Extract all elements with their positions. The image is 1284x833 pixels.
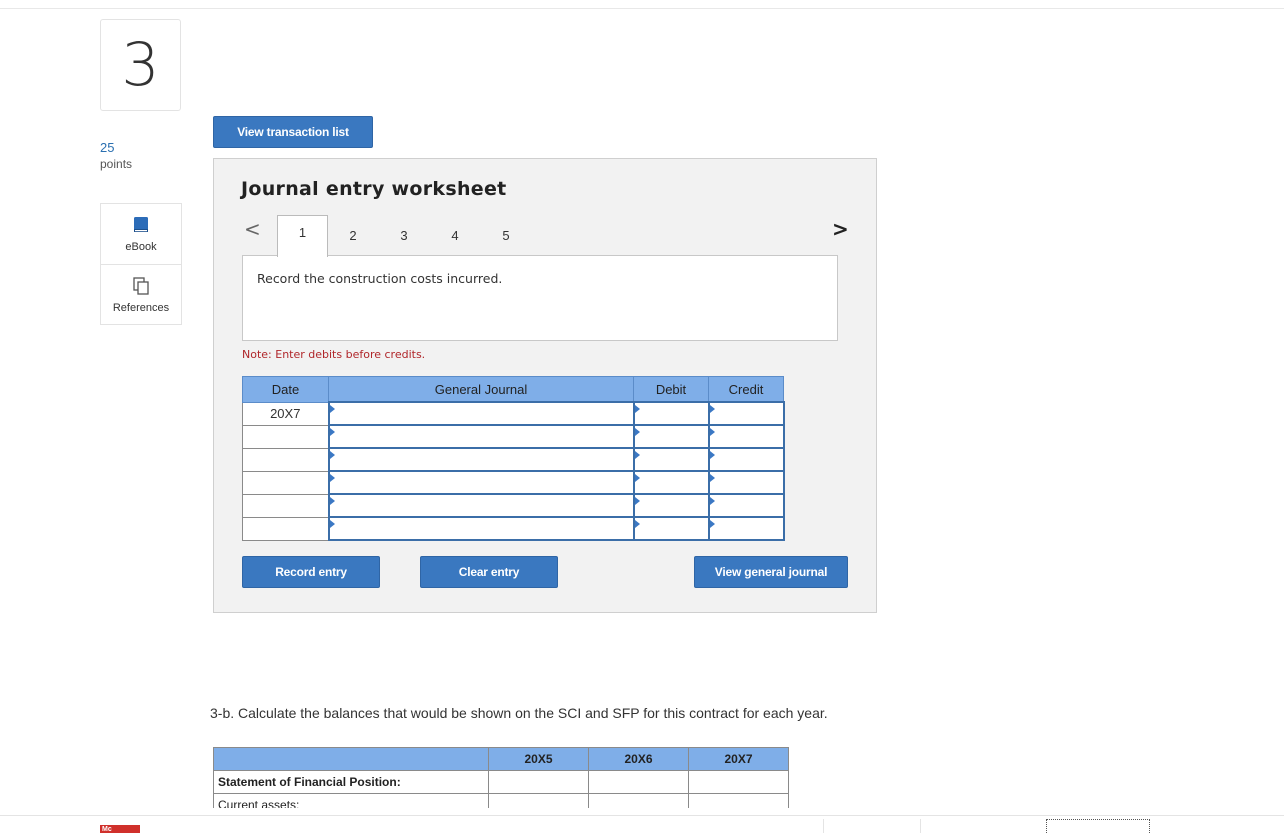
table-row	[242, 447, 785, 472]
tab-1[interactable]: 1	[277, 215, 328, 257]
dropdown-triangle-icon	[709, 405, 715, 413]
worksheet-title: Journal entry worksheet	[241, 178, 507, 200]
journal-header-row: Date General Journal Debit Credit	[242, 376, 784, 403]
footer-separator	[920, 819, 921, 833]
date-cell: 20X7	[242, 401, 329, 426]
table-row: 20X7	[242, 401, 785, 426]
dropdown-triangle-icon	[709, 520, 715, 528]
dropdown-triangle-icon	[634, 497, 640, 505]
col-label-header	[213, 747, 489, 771]
balance-cell	[688, 770, 789, 794]
dropdown-triangle-icon	[329, 497, 335, 505]
debit-input[interactable]	[632, 470, 710, 495]
debit-credit-note: Note: Enter debits before credits.	[242, 348, 426, 361]
debit-input[interactable]	[632, 493, 710, 518]
credit-input[interactable]	[707, 470, 785, 495]
dropdown-triangle-icon	[709, 451, 715, 459]
account-dropdown[interactable]	[327, 424, 635, 449]
debit-input[interactable]	[632, 516, 710, 541]
account-dropdown[interactable]	[327, 447, 635, 472]
clear-entry-button[interactable]: Clear entry	[420, 556, 558, 588]
tab-4[interactable]: 4	[430, 215, 480, 255]
ebook-label: eBook	[125, 240, 157, 253]
account-dropdown[interactable]	[327, 516, 635, 541]
mcgraw-hill-logo: Mc	[100, 825, 140, 833]
dropdown-triangle-icon	[709, 474, 715, 482]
dropdown-triangle-icon	[634, 474, 640, 482]
dropdown-triangle-icon	[709, 497, 715, 505]
credit-input[interactable]	[707, 516, 785, 541]
debit-input[interactable]	[632, 401, 710, 426]
tab-2[interactable]: 2	[328, 215, 378, 255]
next-arrow-icon[interactable]: >	[832, 217, 849, 241]
table-row	[242, 516, 785, 541]
points-value: 25	[100, 140, 115, 155]
debit-input[interactable]	[632, 424, 710, 449]
account-dropdown[interactable]	[327, 401, 635, 426]
date-cell	[242, 516, 329, 541]
journal-table: Date General Journal Debit Credit 20X7	[242, 376, 785, 541]
date-cell	[242, 447, 329, 472]
references-label: References	[112, 302, 170, 314]
debit-input[interactable]	[632, 447, 710, 472]
account-dropdown[interactable]	[327, 470, 635, 495]
row-label: Statement of Financial Position:	[213, 770, 489, 794]
resources-sidebar: eBook References	[100, 203, 182, 325]
col-20x6-header: 20X6	[588, 747, 689, 771]
date-cell	[242, 470, 329, 495]
view-transaction-list-button[interactable]: View transaction list	[213, 116, 373, 148]
dropdown-triangle-icon	[329, 474, 335, 482]
account-dropdown[interactable]	[327, 493, 635, 518]
prev-arrow-icon[interactable]: <	[244, 217, 261, 241]
credit-input[interactable]	[707, 447, 785, 472]
entry-description: Record the construction costs incurred.	[257, 271, 503, 286]
col-general-journal-header: General Journal	[328, 376, 634, 403]
dropdown-triangle-icon	[329, 451, 335, 459]
book-icon	[133, 216, 149, 237]
table-row	[242, 424, 785, 449]
dropdown-triangle-icon	[634, 451, 640, 459]
dropdown-triangle-icon	[634, 428, 640, 436]
record-entry-button[interactable]: Record entry	[242, 556, 380, 588]
footer-divider	[0, 815, 1284, 816]
dropdown-triangle-icon	[634, 520, 640, 528]
date-cell	[242, 424, 329, 449]
question-number: 3	[100, 19, 181, 111]
tab-5[interactable]: 5	[481, 215, 531, 255]
balances-table: 20X5 20X6 20X7 Statement of Financial Po…	[213, 747, 789, 817]
credit-input[interactable]	[707, 424, 785, 449]
entry-description-box: Record the construction costs incurred.	[242, 255, 838, 341]
ebook-link[interactable]: eBook	[101, 204, 181, 264]
copy-pages-icon	[133, 277, 149, 298]
balances-header-row: 20X5 20X6 20X7	[213, 747, 789, 771]
credit-input[interactable]	[707, 401, 785, 426]
top-divider	[0, 8, 1284, 9]
dropdown-triangle-icon	[329, 428, 335, 436]
col-credit-header: Credit	[708, 376, 784, 403]
col-20x5-header: 20X5	[488, 747, 589, 771]
references-link[interactable]: References	[101, 264, 181, 326]
balance-cell	[588, 770, 689, 794]
dropdown-triangle-icon	[709, 428, 715, 436]
dropdown-triangle-icon	[329, 520, 335, 528]
credit-input[interactable]	[707, 493, 785, 518]
tab-3[interactable]: 3	[379, 215, 429, 255]
col-20x7-header: 20X7	[688, 747, 789, 771]
table-row	[242, 493, 785, 518]
balance-cell	[488, 770, 589, 794]
col-debit-header: Debit	[633, 376, 709, 403]
col-date-header: Date	[242, 376, 329, 403]
dropdown-triangle-icon	[329, 405, 335, 413]
table-row	[242, 470, 785, 495]
table-row: Statement of Financial Position:	[213, 770, 789, 794]
dropdown-triangle-icon	[634, 405, 640, 413]
part-3b-prompt: 3-b. Calculate the balances that would b…	[210, 705, 828, 721]
date-cell	[242, 493, 329, 518]
points-label: points	[100, 157, 133, 171]
view-general-journal-button[interactable]: View general journal	[694, 556, 848, 588]
footer-separator	[823, 819, 824, 833]
focus-outline[interactable]	[1046, 819, 1150, 833]
